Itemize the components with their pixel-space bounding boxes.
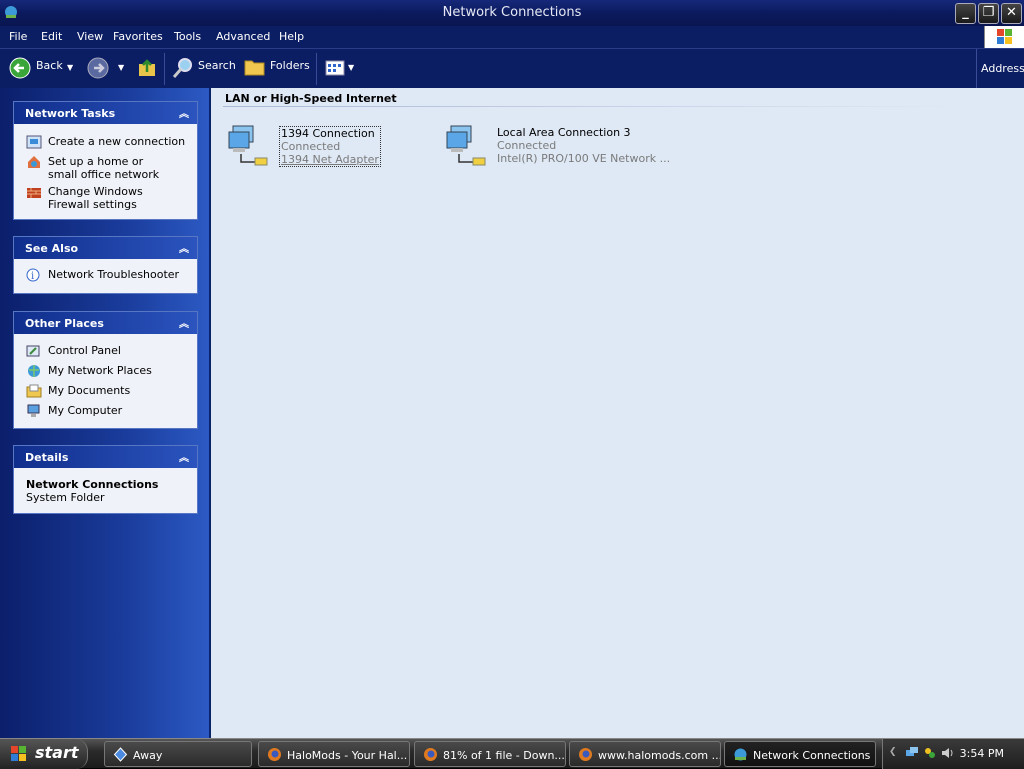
my-documents-link[interactable]: My Documents (14, 384, 197, 398)
see-also-header[interactable]: See Also ︽ (14, 237, 197, 259)
up-folder-icon[interactable] (137, 57, 157, 79)
connection-local-area-3-label: Local Area Connection 3 Connected Intel(… (497, 126, 671, 165)
task-away[interactable]: Away (104, 741, 252, 767)
views-dropdown-icon[interactable]: ▼ (348, 63, 354, 72)
folders-button[interactable]: Folders (270, 59, 310, 72)
menu-help[interactable]: Help (279, 30, 304, 43)
address-bar-label[interactable]: Address (976, 49, 1024, 89)
network-connections-icon (734, 748, 747, 761)
menu-tools[interactable]: Tools (174, 30, 201, 43)
start-button[interactable]: start (0, 739, 88, 769)
connection-local-area-3[interactable]: Local Area Connection 3 Connected Intel(… (445, 124, 670, 170)
details-type: System Folder (26, 491, 105, 504)
connections-view[interactable]: LAN or High-Speed Internet 1394 Connecti… (209, 88, 976, 738)
connection-1394[interactable]: 1394 Connection Connected 1394 Net Adapt… (227, 124, 447, 170)
taskbar: start Away HaloMods - Your Hal... 81% of… (0, 738, 1024, 769)
network-troubleshooter-link[interactable]: i Network Troubleshooter (14, 268, 197, 282)
tray-messenger-icon[interactable] (923, 746, 937, 760)
menu-view[interactable]: View (77, 30, 103, 43)
menu-edit[interactable]: Edit (41, 30, 62, 43)
windows-flag-logo (984, 26, 1024, 48)
documents-folder-icon (26, 384, 42, 398)
details-name: Network Connections (26, 478, 159, 491)
task-halomods-site[interactable]: www.halomods.com ... (569, 741, 721, 767)
home-network-icon (28, 156, 40, 168)
explorer-window: Network Connections _ ❐ ✕ File Edit View… (0, 0, 1024, 738)
tray-expand-icon[interactable]: ❮ (889, 747, 897, 757)
views-icon[interactable] (325, 59, 345, 77)
firefox-icon (579, 748, 592, 761)
tray-network-icon[interactable] (905, 746, 919, 760)
menu-file[interactable]: File (9, 30, 27, 43)
search-icon[interactable] (171, 56, 195, 80)
collapse-chevron-icon[interactable]: ︽ (179, 105, 189, 120)
new-connection-icon (26, 135, 42, 149)
group-divider (223, 106, 963, 107)
network-places-icon (28, 365, 40, 377)
content-right-edge (976, 88, 1024, 738)
menu-advanced[interactable]: Advanced (216, 30, 270, 43)
menu-favorites[interactable]: Favorites (113, 30, 163, 43)
title-bar[interactable]: Network Connections _ ❐ ✕ (0, 0, 1024, 26)
group-header: LAN or High-Speed Internet (225, 92, 397, 105)
svg-text:i: i (31, 271, 34, 282)
maximize-button[interactable]: ❐ (978, 3, 999, 24)
firewall-icon (27, 188, 41, 198)
collapse-chevron-icon[interactable]: ︽ (179, 315, 189, 330)
details-panel: Details ︽ Network Connections System Fold… (13, 445, 198, 514)
tray-volume-icon[interactable] (940, 746, 954, 760)
back-dropdown-icon[interactable]: ▼ (67, 63, 73, 72)
details-header[interactable]: Details ︽ (14, 446, 197, 468)
collapse-chevron-icon[interactable]: ︽ (179, 240, 189, 255)
folders-icon[interactable] (244, 57, 266, 77)
window-title: Network Connections (442, 5, 582, 20)
collapse-chevron-icon[interactable]: ︽ (179, 449, 189, 464)
firewall-settings-link[interactable]: Change Windows Firewall settings (14, 185, 179, 211)
clock[interactable]: 3:54 PM (960, 747, 1004, 760)
control-panel-link[interactable]: Control Panel (14, 344, 197, 357)
see-also-panel: See Also ︽ i Network Troubleshooter (13, 236, 198, 294)
task-pane: Network Tasks ︽ Create a new connection S… (0, 88, 209, 738)
create-new-connection-link[interactable]: Create a new connection (14, 135, 197, 149)
menu-bar: File Edit View Favorites Tools Advanced … (0, 26, 1024, 48)
back-button[interactable]: Back (36, 59, 63, 72)
lan-connection-icon (446, 125, 486, 166)
lan-connection-icon (228, 125, 268, 166)
connection-1394-label: 1394 Connection Connected 1394 Net Adapt… (279, 126, 381, 167)
firefox-icon (424, 748, 437, 761)
info-icon: i (26, 268, 40, 282)
task-download[interactable]: 81% of 1 file - Down... (414, 741, 566, 767)
forward-arrow-icon[interactable] (87, 57, 109, 79)
search-button[interactable]: Search (198, 59, 236, 72)
system-tray: ❮ 3:54 PM (882, 739, 1024, 769)
minimize-button[interactable]: _ (955, 3, 976, 24)
close-button[interactable]: ✕ (1001, 3, 1022, 24)
task-halomods-browser[interactable]: HaloMods - Your Hal... (258, 741, 410, 767)
other-places-panel: Other Places ︽ Control Panel My Network P… (13, 311, 198, 429)
my-computer-link[interactable]: My Computer (14, 404, 197, 417)
computer-icon (27, 404, 40, 417)
windows-flag-icon (11, 746, 26, 761)
firefox-icon (268, 748, 281, 761)
toolbar: Back ▼ ▼ Search Folders ▼ Address (0, 48, 1024, 89)
network-tasks-header[interactable]: Network Tasks ︽ (14, 102, 197, 124)
control-panel-icon (26, 345, 40, 357)
messenger-status-icon (113, 747, 128, 762)
forward-dropdown-icon[interactable]: ▼ (118, 63, 124, 72)
task-network-connections[interactable]: Network Connections (724, 741, 876, 767)
network-tasks-panel: Network Tasks ︽ Create a new connection S… (13, 101, 198, 220)
other-places-header[interactable]: Other Places ︽ (14, 312, 197, 334)
home-network-setup-link[interactable]: Set up a home or small office network (14, 155, 164, 181)
back-arrow-icon[interactable] (9, 57, 31, 79)
my-network-places-link[interactable]: My Network Places (14, 364, 197, 377)
